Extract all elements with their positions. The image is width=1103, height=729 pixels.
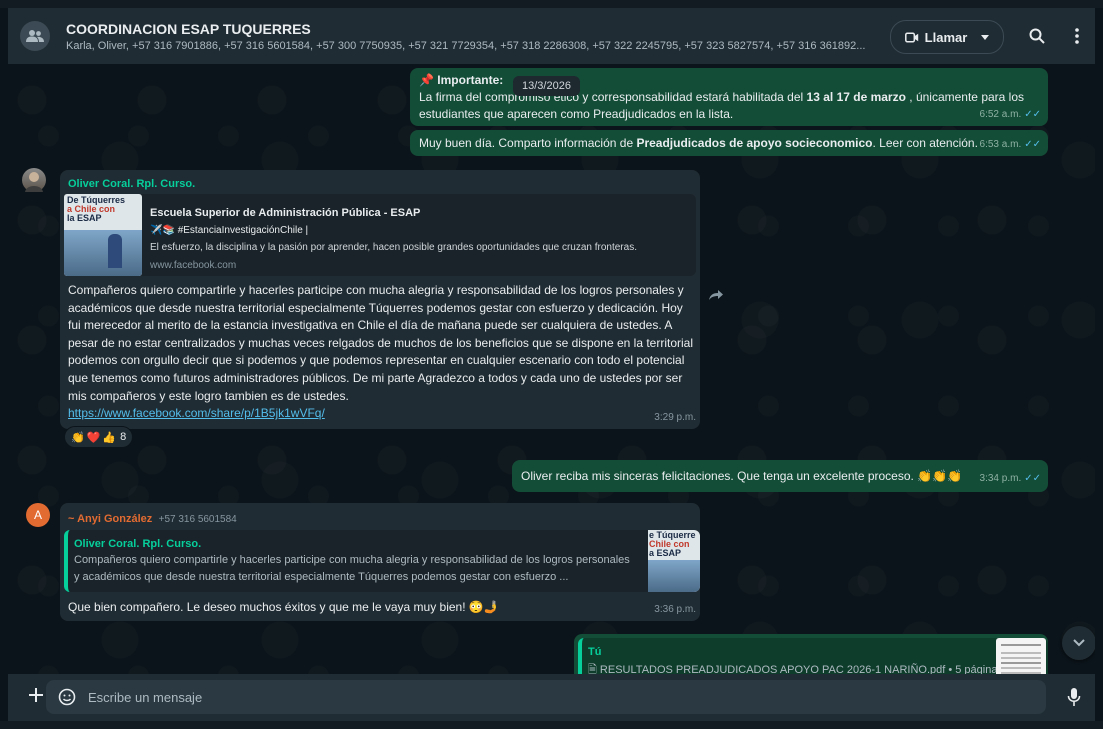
thumb-photo	[64, 230, 142, 276]
message-text: Muy buen día. Comparto información de Pr…	[419, 135, 978, 152]
plane-icon: ✈️📚	[150, 225, 175, 236]
group-avatar[interactable]	[20, 21, 50, 51]
attach-button[interactable]	[28, 687, 44, 708]
document-icon: 🗎	[588, 664, 597, 674]
thumbs-up-emoji-icon: 👍	[102, 431, 117, 444]
chat-members: Karla, Oliver, +57 316 7901886, +57 316 …	[66, 39, 866, 52]
link-preview-thumbnail: De Túquerres a Chile con la ESAP	[64, 194, 142, 276]
message-body-text: Compañeros quiero compartirle y hacerles…	[68, 283, 694, 403]
message-outgoing[interactable]: Tú 🗎 RESULTADOS PREADJUDICADOS APOYO PAC…	[574, 634, 1048, 674]
composer-input-box[interactable]	[46, 680, 1046, 714]
chat-messages-area[interactable]: 13/3/2026 📌 Importante: La firma del com…	[8, 64, 1095, 674]
message-time: 6:53 a.m.	[979, 139, 1022, 150]
window-top-strip	[0, 0, 1103, 8]
emoji-sticker-icon	[58, 688, 76, 706]
link-preview-domain: www.facebook.com	[150, 260, 237, 271]
message-time: 3:36 p.m.	[654, 604, 696, 615]
sender-line: ~ Anyi González +57 316 5601584	[68, 510, 237, 528]
search-button[interactable]	[1025, 24, 1049, 48]
emoji-button[interactable]	[58, 688, 76, 706]
link-preview-description: El esfuerzo, la disciplina y la pasión p…	[150, 242, 637, 253]
chevron-down-icon	[981, 34, 990, 40]
avatar-letter: A	[33, 508, 42, 522]
link-preview-title: Escuela Superior de Administración Públi…	[150, 207, 421, 219]
heart-emoji-icon: ❤️	[86, 431, 101, 444]
scroll-down-button[interactable]	[1062, 626, 1095, 660]
message-incoming[interactable]: ~ Anyi González +57 316 5601584 Oliver C…	[60, 503, 700, 621]
document-info: 🗎 RESULTADOS PREADJUDICADOS APOYO PAC 20…	[588, 662, 1003, 674]
message-text-part: Muy buen día. Comparto información de	[419, 136, 637, 150]
reaction-count: 8	[120, 431, 127, 443]
message-bold-part: Preadjudicados de apoyo socieconomico	[636, 136, 873, 150]
quoted-sender: Tú	[588, 646, 602, 658]
link-preview-tag: ✈️📚 #EstanciaInvestigaciónChile |	[150, 222, 308, 239]
profile-photo-icon	[25, 172, 43, 192]
quoted-sender: Oliver Coral. Rpl. Curso.	[74, 538, 202, 550]
message-outgoing[interactable]: Muy buen día. Comparto información de Pr…	[410, 130, 1048, 156]
window-bottom-strip	[0, 721, 1103, 729]
quoted-document[interactable]: Tú 🗎 RESULTADOS PREADJUDICADOS APOYO PAC…	[578, 638, 1048, 674]
message-meta: 3:29 p.m.	[654, 408, 696, 426]
message-text: Que bien compañero. Le deseo muchos éxit…	[68, 600, 499, 614]
message-input[interactable]	[86, 688, 990, 706]
message-text-part: . Leer con atención.	[872, 136, 978, 150]
double-check-icon: ✓✓	[1024, 473, 1041, 484]
message-link[interactable]: https://www.facebook.com/share/p/1B5jk1w…	[68, 406, 325, 420]
chevron-down-icon	[1073, 639, 1085, 647]
link-preview-tag-text: #EstanciaInvestigaciónChile |	[177, 225, 309, 236]
plus-icon	[29, 688, 43, 702]
search-icon	[1029, 28, 1045, 44]
date-chip: 13/3/2026	[513, 76, 580, 96]
document-name: RESULTADOS PREADJUDICADOS APOYO PAC 2026…	[599, 664, 1003, 674]
thumb-photo	[648, 560, 700, 592]
message-outgoing[interactable]: 📌 Importante: La firma del compromiso ét…	[410, 68, 1048, 126]
message-body: Compañeros quiero compartirle y hacerles…	[68, 282, 694, 423]
document-thumbnail	[996, 638, 1046, 674]
quoted-thumbnail: e Túquerre Chile con a ESAP	[648, 530, 700, 592]
quoted-message[interactable]: Oliver Coral. Rpl. Curso. Compañeros qui…	[64, 530, 700, 592]
message-outgoing[interactable]: Oliver reciba mis sinceras felicitacione…	[512, 460, 1048, 492]
forward-icon	[709, 290, 723, 300]
message-bold-part: 13 al 17 de marzo	[806, 90, 906, 104]
video-call-icon	[904, 31, 918, 43]
reactions-bar[interactable]: 👏 ❤️ 👍 8	[64, 426, 134, 448]
message-label: Importante:	[437, 73, 504, 87]
link-preview[interactable]: De Túquerres a Chile con la ESAP Escuela…	[64, 194, 696, 276]
chat-header[interactable]: COORDINACION ESAP TUQUERRES Karla, Olive…	[8, 8, 1095, 64]
sender-avatar[interactable]	[22, 168, 46, 192]
double-check-icon: ✓✓	[1024, 109, 1041, 120]
thumb-person	[108, 234, 122, 268]
call-button[interactable]: Llamar	[890, 20, 1004, 54]
message-incoming[interactable]: Oliver Coral. Rpl. Curso. De Túquerres a…	[60, 170, 700, 429]
message-time: 6:52 a.m.	[979, 109, 1022, 120]
microphone-icon	[1067, 688, 1081, 706]
thumb-text: a ESAP	[649, 548, 682, 558]
message-meta: 6:52 a.m. ✓✓	[980, 105, 1041, 123]
group-icon	[26, 30, 44, 42]
chat-title: COORDINACION ESAP TUQUERRES	[66, 20, 311, 37]
more-vertical-icon	[1075, 28, 1079, 44]
message-time: 3:29 p.m.	[654, 412, 696, 423]
pin-icon: 📌	[419, 73, 434, 87]
message-meta: 6:53 a.m. ✓✓	[980, 135, 1041, 153]
sender-phone: +57 316 5601584	[158, 514, 237, 525]
sender-name[interactable]: Oliver Coral. Rpl. Curso.	[68, 176, 195, 193]
message-composer	[8, 674, 1095, 721]
sender-name[interactable]: ~ Anyi González	[68, 513, 152, 525]
message-text: Oliver reciba mis sinceras felicitacione…	[521, 469, 963, 483]
message-time: 3:34 p.m.	[979, 473, 1022, 484]
call-button-label: Llamar	[924, 29, 968, 45]
quoted-text: Compañeros quiero compartirle y hacerles…	[74, 554, 630, 583]
double-check-icon: ✓✓	[1024, 139, 1041, 150]
message-text-part: La firma del compromiso ético y correspo…	[419, 90, 807, 104]
thumb-text: la ESAP	[67, 213, 102, 223]
menu-button[interactable]	[1065, 24, 1089, 48]
message-meta: 3:34 p.m. ✓✓	[980, 469, 1041, 487]
clap-emoji-icon: 👏	[71, 431, 85, 444]
forward-button[interactable]	[708, 288, 724, 306]
sender-avatar[interactable]: A	[26, 503, 50, 527]
message-meta: 3:36 p.m.	[654, 600, 696, 618]
voice-message-button[interactable]	[1067, 687, 1081, 712]
chat-header-info[interactable]: COORDINACION ESAP TUQUERRES Karla, Olive…	[66, 21, 866, 52]
